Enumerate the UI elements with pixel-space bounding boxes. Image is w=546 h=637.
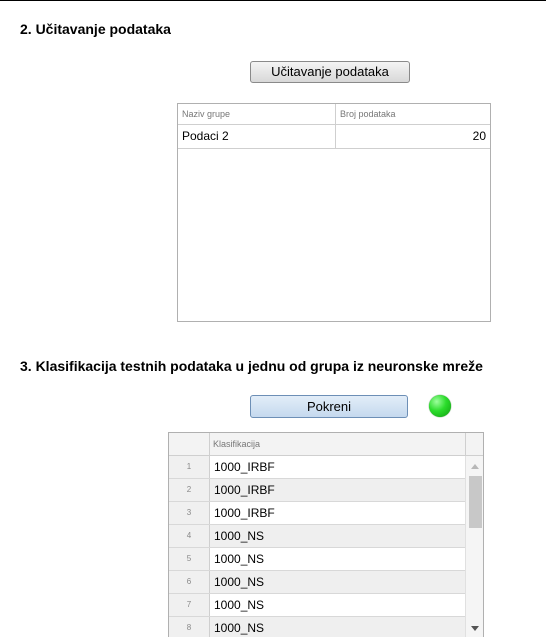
classification-table: Klasifikacija 1 1000_IRBF 2 1000_IRBF 3 … [168,432,484,637]
table-row[interactable]: 5 1000_NS [169,548,465,571]
count-cell[interactable]: 20 [336,125,490,148]
scrollbar-thumb[interactable] [469,476,482,528]
row-index: 7 [169,594,210,616]
load-data-button[interactable]: Učitavanje podataka [250,61,410,83]
table-row[interactable]: 6 1000_NS [169,571,465,594]
table-row[interactable]: 3 1000_IRBF [169,502,465,525]
classification-cell[interactable]: 1000_IRBF [210,479,275,501]
classification-cell[interactable]: 1000_NS [210,548,264,570]
classification-cell[interactable]: 1000_NS [210,617,264,637]
groups-table: Naziv grupe Broj podataka Podaci 2 20 [177,103,491,322]
section-title-load: 2. Učitavanje podataka [20,21,171,37]
table-row[interactable]: 8 1000_NS [169,617,465,637]
table-row[interactable]: 1 1000_IRBF [169,456,465,479]
vertical-scrollbar[interactable] [465,456,483,637]
scroll-down-icon[interactable] [471,626,479,631]
status-lamp-icon [429,395,451,417]
section-title-classify: 3. Klasifikacija testnih podataka u jedn… [20,358,483,374]
top-border [0,0,546,1]
run-button[interactable]: Pokreni [250,395,408,418]
table-row[interactable]: 2 1000_IRBF [169,479,465,502]
row-index: 2 [169,479,210,501]
row-index: 4 [169,525,210,547]
column-header-group-name[interactable]: Naziv grupe [178,104,335,124]
row-index: 8 [169,617,210,637]
column-header-count[interactable]: Broj podataka [336,104,490,124]
classification-rows: 1 1000_IRBF 2 1000_IRBF 3 1000_IRBF 4 10… [169,456,465,637]
scroll-up-icon[interactable] [471,464,479,469]
group-name-cell[interactable]: Podaci 2 [178,125,335,148]
table-row[interactable]: Podaci 2 20 [178,125,490,149]
classification-cell[interactable]: 1000_IRBF [210,456,275,478]
classification-cell[interactable]: 1000_NS [210,571,264,593]
classification-cell[interactable]: 1000_IRBF [210,502,275,524]
row-index: 1 [169,456,210,478]
table-row[interactable]: 4 1000_NS [169,525,465,548]
classification-cell[interactable]: 1000_NS [210,594,264,616]
column-header-classification[interactable]: Klasifikacija [209,433,260,455]
classification-table-header: Klasifikacija [169,433,483,456]
table-row[interactable]: 7 1000_NS [169,594,465,617]
row-index: 5 [169,548,210,570]
classification-cell[interactable]: 1000_NS [210,525,264,547]
row-index: 3 [169,502,210,524]
groups-table-header: Naziv grupe Broj podataka [178,104,490,125]
row-index: 6 [169,571,210,593]
header-divider [465,433,466,455]
index-header [169,433,210,455]
